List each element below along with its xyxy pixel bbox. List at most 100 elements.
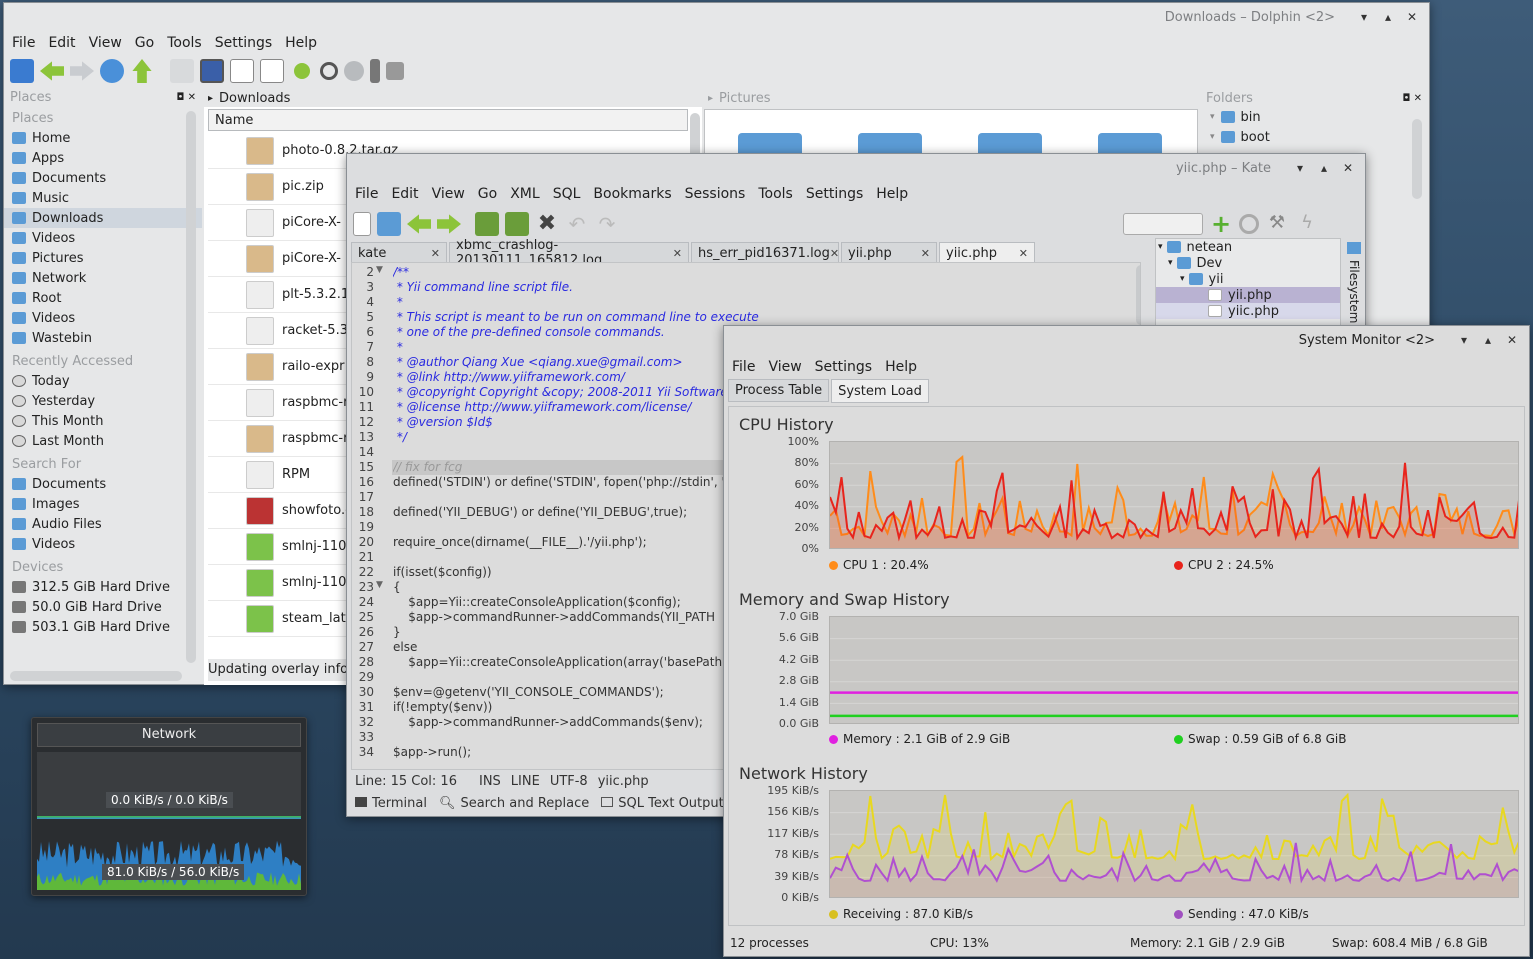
place-item[interactable]: Yesterday: [4, 391, 202, 411]
save-all-icon[interactable]: [505, 212, 529, 236]
place-item[interactable]: 312.5 GiB Hard Drive: [4, 577, 202, 597]
fold-marker-icon[interactable]: ▼: [376, 265, 383, 275]
place-item[interactable]: Last Month: [4, 431, 202, 451]
add-connection-icon[interactable]: +: [1209, 212, 1233, 236]
place-item[interactable]: Root: [4, 288, 202, 308]
back-icon[interactable]: [407, 214, 431, 234]
folder-icon[interactable]: [738, 133, 802, 153]
add-tab-icon[interactable]: [344, 61, 364, 81]
close-tab-icon[interactable]: ✕: [431, 247, 440, 260]
menu-sessions[interactable]: Sessions: [685, 186, 746, 202]
icons-view-icon[interactable]: [170, 59, 194, 83]
menu-down-icon[interactable]: ▾: [1455, 333, 1473, 347]
close-icon[interactable]: ✕: [1403, 10, 1421, 24]
close-tab-icon[interactable]: ✕: [830, 247, 839, 260]
column-header-name[interactable]: Name: [215, 113, 253, 128]
menu-view[interactable]: View: [89, 35, 122, 51]
info-icon[interactable]: [294, 63, 310, 79]
menu-view[interactable]: View: [432, 186, 465, 202]
redo-icon[interactable]: ↷: [595, 212, 619, 236]
disconnect-icon[interactable]: [1239, 214, 1259, 234]
preview-icon[interactable]: [260, 59, 284, 83]
place-item[interactable]: Audio Files: [4, 514, 202, 534]
place-item[interactable]: 503.1 GiB Hard Drive: [4, 617, 202, 637]
forward-icon[interactable]: [437, 214, 461, 234]
dolphin-titlebar[interactable]: Downloads – Dolphin <2> ▾ ▴ ✕: [4, 3, 1429, 31]
document-tab[interactable]: kate ✕: [351, 242, 447, 264]
new-file-icon[interactable]: [353, 212, 371, 236]
folder-item[interactable]: ▾ boot: [1204, 127, 1428, 147]
tree-item[interactable]: ▾ netean: [1156, 239, 1340, 255]
close-tab-icon[interactable]: ✕: [1019, 247, 1028, 260]
menu-settings[interactable]: Settings: [815, 359, 872, 375]
home-icon[interactable]: [10, 59, 34, 83]
place-item[interactable]: This Month: [4, 411, 202, 431]
network-widget[interactable]: Network 0.0 KiB/s / 0.0 KiB/s 81.0 KiB/s…: [31, 717, 307, 896]
wrench-icon[interactable]: ⚒: [1265, 212, 1289, 236]
document-tab[interactable]: xbmc_crashlog-20130111_165812.log ✕: [449, 238, 689, 268]
tab-process-table[interactable]: Process Table: [728, 379, 830, 402]
undo-icon[interactable]: ↶: [565, 212, 589, 236]
back-icon[interactable]: [40, 61, 64, 81]
sysmon-titlebar[interactable]: System Monitor <2> ▾ ▴ ✕: [724, 326, 1529, 354]
details-view-icon[interactable]: [200, 59, 224, 83]
search-icon[interactable]: [320, 62, 338, 80]
place-item[interactable]: Downloads: [4, 208, 202, 228]
document-tab[interactable]: yiic.php ✕: [939, 242, 1035, 264]
filesystem-side-tab[interactable]: Filesystem: [1345, 240, 1363, 326]
close-tab-icon[interactable]: ✕: [921, 247, 930, 260]
folder-icon[interactable]: [1098, 133, 1162, 153]
place-item[interactable]: Music: [4, 188, 202, 208]
close-tab-icon[interactable]: ✕: [673, 247, 682, 260]
search-replace-tab[interactable]: 🔍︎ Search and Replace: [439, 796, 589, 816]
menu-file[interactable]: File: [12, 35, 35, 51]
close-file-icon[interactable]: ✖: [535, 212, 559, 236]
menu-edit[interactable]: Edit: [391, 186, 418, 202]
split-view-icon[interactable]: [230, 59, 254, 83]
place-item[interactable]: Network: [4, 268, 202, 288]
menu-bookmarks[interactable]: Bookmarks: [593, 186, 671, 202]
menu-file[interactable]: File: [732, 359, 755, 375]
menu-xml[interactable]: XML: [510, 186, 539, 202]
encoding[interactable]: UTF-8: [550, 774, 588, 794]
panel-close-icon[interactable]: ◘ ✕: [177, 92, 196, 103]
editor-scrollbar[interactable]: [1136, 265, 1140, 325]
filter-icon[interactable]: [370, 59, 380, 83]
document-tab[interactable]: hs_err_pid16371.log ✕: [691, 242, 839, 264]
menu-tools[interactable]: Tools: [167, 35, 202, 51]
place-item[interactable]: Pictures: [4, 248, 202, 268]
tree-item[interactable]: yiic.php: [1156, 303, 1340, 319]
menu-view[interactable]: View: [768, 359, 801, 375]
close-icon[interactable]: ✕: [1503, 333, 1521, 347]
close-icon[interactable]: ✕: [1339, 161, 1357, 175]
menu-help[interactable]: Help: [876, 186, 908, 202]
tree-item[interactable]: ▾ Dev: [1156, 255, 1340, 271]
menu-down-icon[interactable]: ▾: [1291, 161, 1309, 175]
maximize-icon[interactable]: ▴: [1379, 10, 1397, 24]
menu-help[interactable]: Help: [285, 35, 317, 51]
folders-scrollbar[interactable]: [1412, 119, 1422, 199]
kate-titlebar[interactable]: yiic.php – Kate ▾ ▴ ✕: [347, 154, 1365, 182]
place-item[interactable]: Today: [4, 371, 202, 391]
sql-output-tab[interactable]: SQL Text Output: [601, 796, 724, 816]
place-item[interactable]: Wastebin: [4, 328, 202, 348]
menu-settings[interactable]: Settings: [215, 35, 272, 51]
panel-close-icon[interactable]: ◘ ✕: [1403, 93, 1422, 104]
places-hscrollbar[interactable]: [10, 671, 182, 681]
system-monitor-window[interactable]: System Monitor <2> ▾ ▴ ✕ File View Setting…: [723, 325, 1530, 957]
run-query-icon[interactable]: ϟ: [1295, 212, 1319, 236]
maximize-icon[interactable]: ▴: [1479, 333, 1497, 347]
pictures-breadcrumb[interactable]: Pictures: [719, 91, 770, 106]
folder-icon[interactable]: [858, 133, 922, 153]
breadcrumb[interactable]: Downloads: [219, 91, 290, 106]
save-icon[interactable]: [475, 212, 499, 236]
menu-edit[interactable]: Edit: [48, 35, 75, 51]
menu-tools[interactable]: Tools: [758, 186, 793, 202]
forward-icon[interactable]: [70, 61, 94, 81]
place-item[interactable]: Images: [4, 494, 202, 514]
menu-help[interactable]: Help: [885, 359, 917, 375]
folder-icon[interactable]: [978, 133, 1042, 153]
tree-item[interactable]: yii.php: [1156, 287, 1340, 303]
menu-down-icon[interactable]: ▾: [1355, 10, 1373, 24]
place-item[interactable]: Home: [4, 128, 202, 148]
